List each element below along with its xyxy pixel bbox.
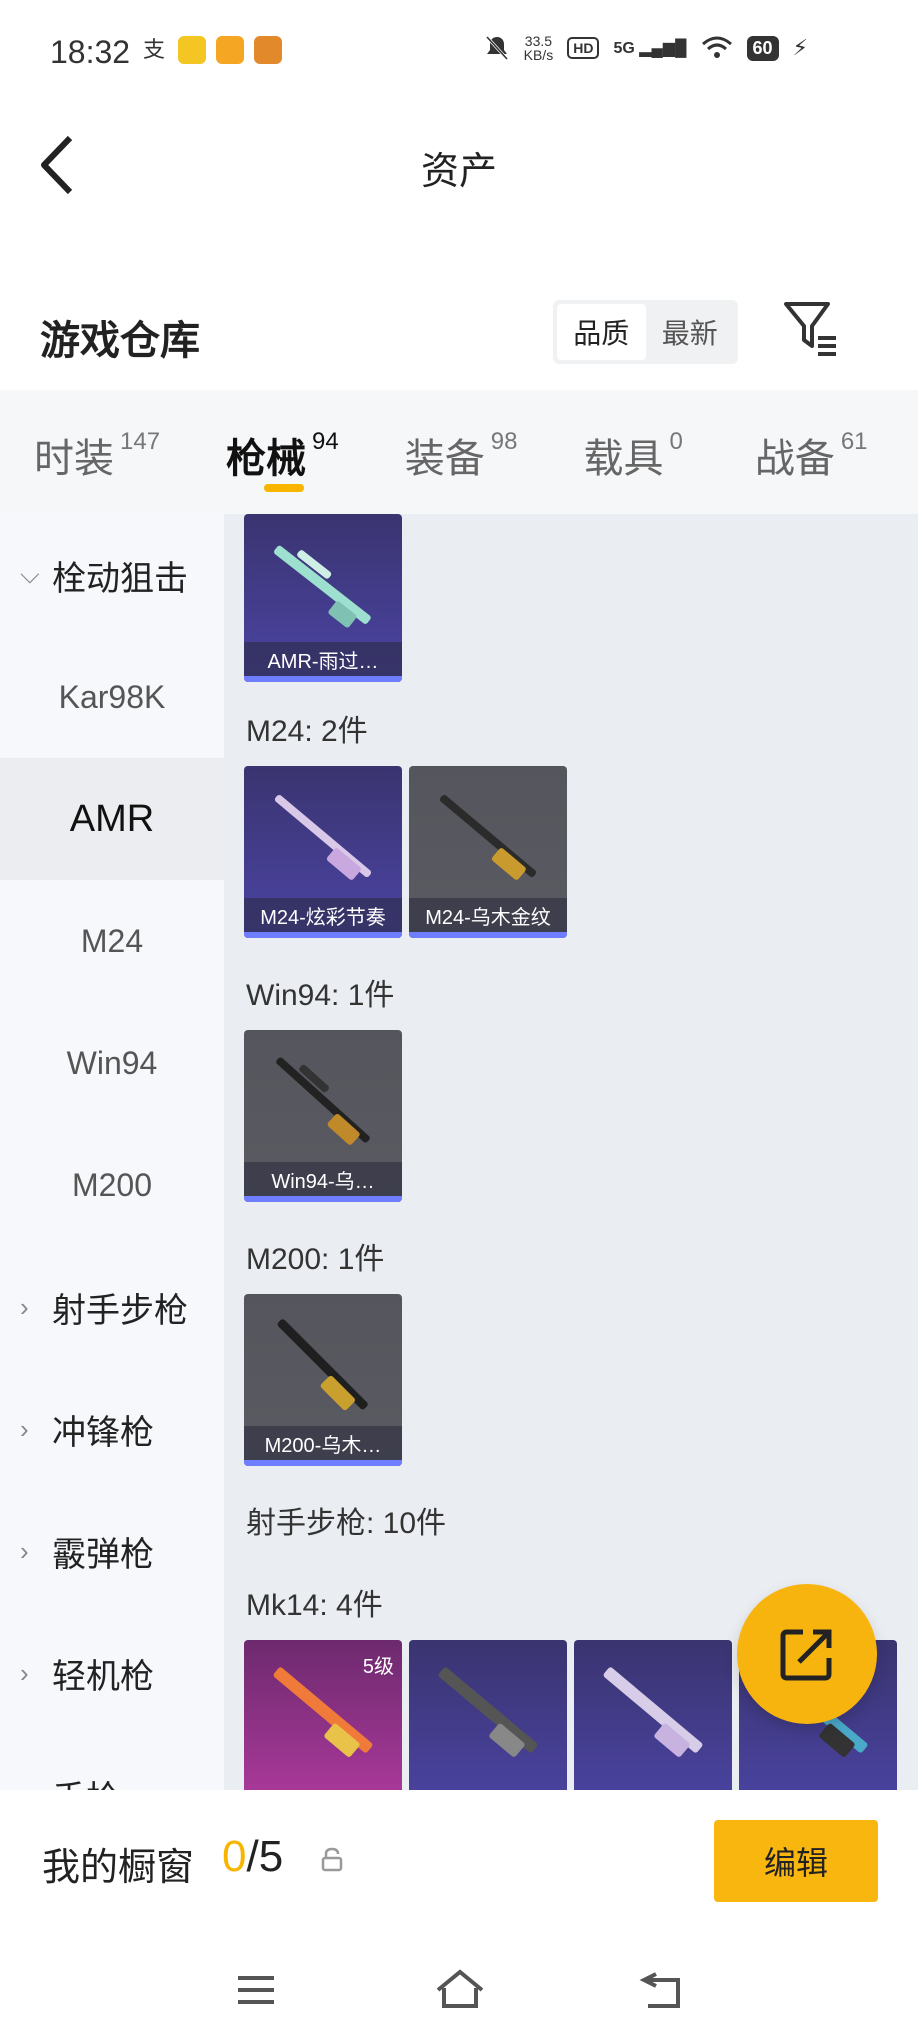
- sidebar-item-amr[interactable]: AMR: [0, 758, 224, 880]
- sidebar-group-marksman[interactable]: › 射手步枪: [0, 1246, 224, 1368]
- showcase-label: 我的橱窗: [42, 1847, 195, 1889]
- sidebar-group-lmg[interactable]: › 轻机枪: [0, 1612, 224, 1734]
- menu-button[interactable]: [226, 1966, 286, 2014]
- menu-icon: [238, 1976, 274, 2004]
- edit-button[interactable]: 编辑: [714, 1820, 878, 1902]
- active-tab-indicator: [264, 484, 305, 492]
- sort-toggle: 品质 最新: [553, 300, 738, 364]
- warehouse-header: 游戏仓库 品质 最新: [0, 280, 918, 390]
- rarity-bar: [409, 932, 567, 938]
- home-button[interactable]: [430, 1966, 490, 2014]
- nav-back-button[interactable]: [634, 1966, 694, 2014]
- share-button[interactable]: [737, 1584, 877, 1724]
- status-time: 18:32: [50, 34, 131, 70]
- net-speed: 33.5 KB/s: [523, 33, 554, 63]
- mute-icon: [485, 35, 508, 61]
- chevron-right-icon: ›: [20, 1291, 29, 1322]
- tab-equipment[interactable]: 装备 98: [405, 390, 518, 514]
- category-tabs: 时装 147 枪械 94 装备 98 载具 0 战备 61: [0, 390, 918, 514]
- tab-vehicles[interactable]: 载具 0: [583, 390, 682, 514]
- hd-badge: HD: [567, 37, 600, 59]
- section-title: M200: 1件: [246, 1243, 385, 1276]
- rifle-image-icon: [276, 1057, 370, 1145]
- sidebar-item-m24[interactable]: M24: [0, 880, 224, 1002]
- weapon-card[interactable]: M200-乌木…: [244, 1294, 402, 1466]
- system-navigation-bar: [0, 1940, 918, 2040]
- charging-icon: ⚡: [792, 35, 808, 60]
- tab-guns[interactable]: 枪械 94: [226, 390, 339, 514]
- app-yellow-icon: [178, 36, 206, 64]
- chevron-right-icon: ›: [20, 1535, 29, 1566]
- weapon-card[interactable]: AMR-雨过…: [244, 514, 402, 682]
- rifle-image-icon: [274, 545, 371, 628]
- rifle-image-icon: [438, 1667, 538, 1757]
- weapon-card[interactable]: M24-炫彩节奏: [244, 766, 402, 938]
- share-icon: [780, 1629, 832, 1681]
- app-game-icon: [254, 36, 282, 64]
- alipay-icon: 支: [142, 37, 165, 62]
- sort-quality-button[interactable]: 品质: [557, 304, 646, 360]
- warehouse-label: 游戏仓库: [40, 319, 200, 363]
- rarity-bar: [244, 676, 402, 682]
- filter-button[interactable]: [782, 298, 842, 364]
- app-orange-icon: [216, 36, 244, 64]
- weapon-card[interactable]: 5级: [244, 1640, 402, 1790]
- lock-icon: [321, 1847, 343, 1872]
- rifle-image-icon: [439, 794, 537, 880]
- page-title: 资产: [420, 151, 497, 193]
- section-title: Win94: 1件: [246, 979, 395, 1012]
- rifle-image-icon: [277, 1319, 368, 1411]
- app-header: 资产: [0, 100, 918, 230]
- rarity-bar: [244, 1460, 402, 1466]
- weapon-category-sidebar: ⌵ 栓动狙击 Kar98K AMR M24 Win94 M200 › 射手步枪 › 冲…: [0, 514, 224, 1790]
- chevron-right-icon: ›: [20, 1657, 29, 1688]
- weapon-card[interactable]: [574, 1640, 732, 1790]
- home-icon: [436, 1969, 484, 2008]
- tab-supplies[interactable]: 战备 61: [755, 390, 868, 514]
- status-bar: 18:32 支 33.5 KB/s HD 5G ▂▄▆█ 60 ⚡: [0, 0, 918, 100]
- section-title: M24: 2件: [246, 715, 368, 748]
- chevron-down-icon: ⌵: [20, 559, 40, 589]
- rifle-image-icon: [603, 1667, 703, 1757]
- showcase-bar: 我的橱窗 0/5 编辑: [0, 1790, 918, 1940]
- chevron-right-icon: ›: [20, 1780, 44, 1791]
- back-icon: [639, 1972, 680, 2008]
- battery-icon: 60: [746, 35, 779, 61]
- weapon-card[interactable]: [409, 1640, 567, 1790]
- weapon-card[interactable]: M24-乌木金纹: [409, 766, 567, 938]
- rarity-bar: [244, 932, 402, 938]
- sidebar-group-smg[interactable]: › 冲锋枪: [0, 1368, 224, 1490]
- rifle-image-icon: [273, 1667, 373, 1757]
- weapon-card[interactable]: Win94-乌…: [244, 1030, 402, 1202]
- sidebar-group-pistol[interactable]: ›手枪: [0, 1734, 224, 1791]
- rifle-image-icon: [274, 794, 372, 880]
- sidebar-item-win94[interactable]: Win94: [0, 1002, 224, 1124]
- sidebar-group-shotgun[interactable]: › 霰弹枪: [0, 1490, 224, 1612]
- showcase-count: 0/5: [222, 1832, 284, 1881]
- tab-fashion[interactable]: 时装 147: [34, 390, 160, 514]
- signal-icon: 5G ▂▄▆█: [613, 40, 687, 57]
- chevron-right-icon: ›: [20, 1413, 29, 1444]
- sidebar-item-m200[interactable]: M200: [0, 1124, 224, 1246]
- status-right: 33.5 KB/s HD 5G ▂▄▆█ 60 ⚡: [484, 34, 808, 62]
- section-title: Mk14: 4件: [246, 1589, 383, 1622]
- filter-icon: [784, 302, 836, 356]
- sidebar-group-bolt-sniper[interactable]: ⌵ 栓动狙击: [0, 514, 224, 636]
- wifi-icon: [701, 36, 732, 58]
- section-title: 射手步枪: 10件: [246, 1507, 447, 1540]
- notification-icons: 支: [140, 36, 282, 64]
- rarity-bar: [244, 1196, 402, 1202]
- sort-newest-button[interactable]: 最新: [646, 304, 735, 360]
- sidebar-item-kar98k[interactable]: Kar98K: [0, 636, 224, 758]
